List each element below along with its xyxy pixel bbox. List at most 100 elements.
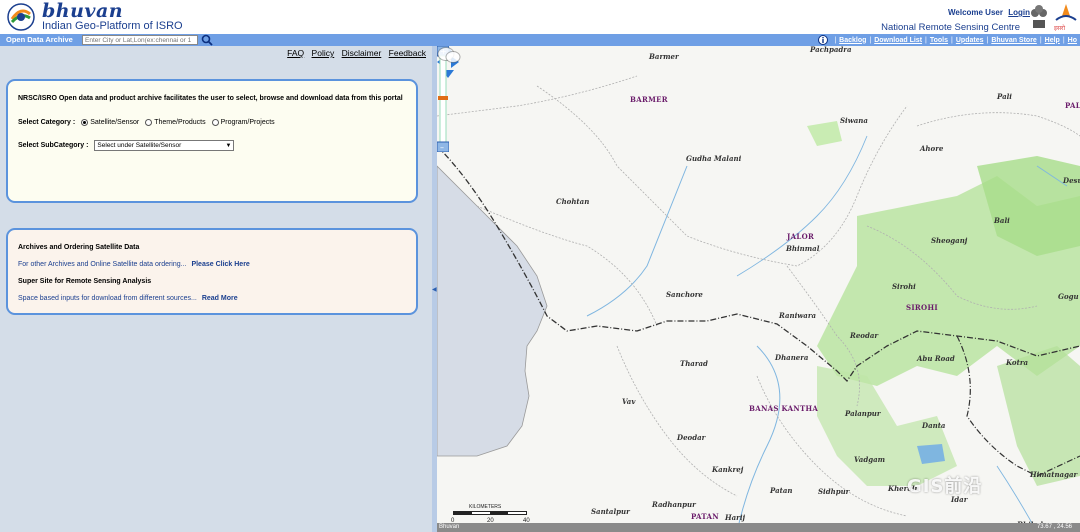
archives-click-here-link[interactable]: Please Click Here — [191, 261, 249, 268]
faq-link[interactable]: FAQ — [287, 48, 304, 58]
help-link[interactable]: Help — [1045, 37, 1060, 44]
search-icon[interactable] — [200, 34, 214, 46]
place-label: Tharad — [680, 359, 708, 368]
policy-link[interactable]: Policy — [312, 48, 335, 58]
home-link[interactable]: Ho — [1068, 37, 1077, 44]
radio-button-selected[interactable] — [81, 119, 89, 126]
place-label: Ahore — [920, 144, 944, 153]
map-canvas[interactable] — [437, 46, 1080, 532]
subcategory-row: Select SubCategory : Select under Satell… — [18, 140, 406, 151]
footer-brand: Bhuvan — [439, 524, 460, 530]
place-label: Palanpur — [845, 409, 881, 418]
top-nav-links: | Backlog | Download List | Tools | Upda… — [818, 34, 1080, 46]
collapse-arrow-icon[interactable]: ◀ — [432, 286, 437, 293]
archives-box: Archives and Ordering Satellite Data For… — [6, 228, 418, 315]
place-label: Danta — [922, 421, 946, 430]
place-label: Dhanera — [775, 353, 809, 362]
place-label: Pachpadra — [810, 46, 852, 54]
place-label: Abu Road — [917, 354, 955, 363]
archives-heading: Archives and Ordering Satellite Data — [18, 244, 140, 251]
scale-unit: KILOMETERS — [469, 504, 502, 510]
radio-label: Satellite/Sensor — [90, 119, 140, 126]
bhuvan-logo-icon[interactable] — [6, 2, 36, 32]
logo-subtitle: Indian Geo-Platform of ISRO — [42, 20, 183, 32]
supersite-text: Space based inputs for download from dif… — [18, 295, 197, 302]
radio-program-projects[interactable]: Program/Projects — [211, 119, 275, 126]
link-separator: | — [1062, 36, 1065, 44]
place-label: Bhinmal — [786, 244, 820, 253]
place-label: Santalpur — [591, 507, 630, 516]
welcome-text: Welcome User — [947, 8, 1003, 17]
svg-text:इसरो: इसरो — [1054, 24, 1065, 32]
disclaimer-link[interactable]: Disclaimer — [342, 48, 382, 58]
place-label: Vadgam — [854, 455, 886, 464]
feedback-link[interactable]: Feedback — [389, 48, 426, 58]
radio-theme-products[interactable]: Theme/Products — [145, 119, 206, 126]
district-label: BANAS KANTHA — [749, 404, 819, 413]
location-search-input[interactable] — [82, 35, 198, 45]
place-label: Desu — [1063, 176, 1080, 185]
supersite-heading: Super Site for Remote Sensing Analysis — [18, 278, 152, 285]
place-label: Himatnagar — [1030, 470, 1078, 479]
place-label: Sheoganj — [931, 236, 968, 245]
wechat-icon — [437, 47, 461, 63]
chevron-down-icon: ▼ — [225, 142, 232, 149]
category-row: Select Category : Satellite/Sensor Theme… — [18, 119, 406, 126]
radio-button[interactable] — [211, 119, 219, 126]
district-label: PATAN — [691, 512, 719, 521]
place-label: Gudha Malani — [686, 154, 742, 163]
place-label: Sirohi — [892, 282, 916, 291]
link-separator: | — [869, 36, 872, 44]
updates-link[interactable]: Updates — [956, 37, 984, 44]
map-view[interactable]: + – BARMER PALI JALOR SIROHI BANAS KANTH… — [437, 46, 1080, 532]
supersite-text-row: Space based inputs for download from dif… — [18, 295, 406, 302]
place-label: Vav — [622, 397, 636, 406]
link-separator: | — [1039, 36, 1042, 44]
district-label: SIROHI — [906, 303, 938, 312]
org-name: National Remote Sensing Centre — [881, 22, 1020, 33]
radio-label: Program/Projects — [220, 119, 275, 126]
bhuvan-store-link[interactable]: Bhuvan Store — [991, 37, 1037, 44]
subcategory-select[interactable]: Select under Satellite/Sensor ▼ — [94, 140, 235, 151]
place-label: Kankrej — [712, 465, 744, 474]
login-link[interactable]: Login — [1008, 8, 1030, 17]
radio-satellite-sensor[interactable]: Satellite/Sensor — [81, 119, 139, 126]
place-label: Reodar — [850, 331, 879, 340]
archives-text-row: For other Archives and Online Satellite … — [18, 261, 406, 268]
open-data-archive-label: Open Data Archive — [6, 35, 73, 44]
link-separator: | — [951, 36, 953, 44]
selection-box: NRSC/ISRO Open data and product archive … — [6, 79, 418, 203]
district-label: BARMER — [630, 95, 668, 104]
archives-text: For other Archives and Online Satellite … — [18, 261, 187, 268]
district-label: JALOR — [787, 232, 815, 241]
place-label: Kotra — [1006, 358, 1029, 367]
place-label: Pali — [997, 92, 1012, 101]
category-label: Select Category : — [18, 119, 76, 126]
place-label: Sidhpur — [818, 487, 850, 496]
district-label: PALI — [1065, 101, 1080, 110]
logo-text: bhuvan — [42, 0, 124, 22]
place-label: Radhanpur — [652, 500, 696, 509]
place-label: Deodar — [677, 433, 706, 442]
link-separator: | — [986, 36, 989, 44]
national-emblem-icon — [1031, 5, 1047, 28]
place-label: Chohtan — [556, 197, 590, 206]
subcategory-label: Select SubCategory : — [18, 142, 89, 149]
download-list-link[interactable]: Download List — [874, 37, 922, 44]
info-links: FAQ Policy Disclaimer Feedback — [282, 48, 426, 58]
map-footer: Bhuvan 73.67 , 24.56 — [437, 523, 1080, 532]
read-more-link[interactable]: Read More — [202, 295, 238, 302]
radio-label: Theme/Products — [154, 119, 206, 126]
toolbar: Open Data Archive | Backlog | Download L… — [0, 34, 1080, 46]
place-label: Bali — [994, 216, 1010, 225]
info-icon[interactable] — [818, 35, 829, 45]
place-label: Raniwara — [779, 311, 817, 320]
radio-button[interactable] — [145, 119, 153, 126]
link-separator: | — [925, 36, 927, 44]
place-label: Sanchore — [666, 290, 703, 299]
place-label: Harij — [725, 513, 746, 522]
scale-bar-graphic — [453, 511, 527, 515]
tools-link[interactable]: Tools — [930, 37, 948, 44]
svg-text:–: – — [440, 143, 444, 152]
backlog-link[interactable]: Backlog — [839, 37, 866, 44]
